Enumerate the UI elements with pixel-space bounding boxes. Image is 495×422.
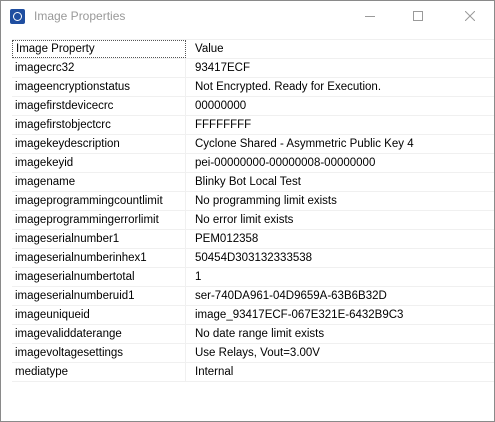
column-header-value[interactable]: Value — [195, 40, 494, 58]
property-name-cell[interactable]: imageserialnumberuid1 — [12, 287, 186, 305]
image-properties-window: Image Properties Image Property Value im… — [0, 0, 495, 422]
property-value-cell[interactable]: 93417ECF — [195, 59, 494, 77]
table-row[interactable]: imageserialnumber1 PEM012358 — [12, 230, 494, 249]
app-logo-icon — [10, 9, 25, 24]
table-row[interactable]: imagefirstobjectcrc FFFFFFFF — [12, 116, 494, 135]
property-name-cell[interactable]: imagecrc32 — [12, 59, 186, 77]
property-value-cell[interactable]: PEM012358 — [195, 230, 494, 248]
property-name-cell[interactable]: imageprogrammingerrorlimit — [12, 211, 186, 229]
property-name-cell[interactable]: imageserialnumbertotal — [12, 268, 186, 286]
property-value-cell[interactable]: 1 — [195, 268, 494, 286]
property-value-cell[interactable]: Use Relays, Vout=3.00V — [195, 344, 494, 362]
table-row[interactable]: imagekeydescription Cyclone Shared - Asym… — [12, 135, 494, 154]
table-row[interactable]: imageprogrammingcountlimit No programming… — [12, 192, 494, 211]
table-row[interactable]: imageencryptionstatus Not Encrypted. Read… — [12, 78, 494, 97]
table-row[interactable]: imageserialnumberinhex1 50454D30313233353… — [12, 249, 494, 268]
property-value-cell[interactable]: FFFFFFFF — [195, 116, 494, 134]
column-header-property[interactable]: Image Property — [12, 40, 186, 58]
grid-header: Image Property Value — [12, 40, 494, 59]
property-name-cell[interactable]: imagevoltagesettings — [12, 344, 186, 362]
property-name-cell[interactable]: imagekeyid — [12, 154, 186, 172]
property-value-cell[interactable]: 00000000 — [195, 97, 494, 115]
property-name-cell[interactable]: imageencryptionstatus — [12, 78, 186, 96]
table-row[interactable]: imagecrc32 93417ECF — [12, 59, 494, 78]
property-value-cell[interactable]: Internal — [195, 363, 494, 381]
property-name-cell[interactable]: imagename — [12, 173, 186, 191]
property-name-cell[interactable]: imageuniqueid — [12, 306, 186, 324]
table-row[interactable]: imageprogrammingerrorlimit No error limit… — [12, 211, 494, 230]
property-name-cell[interactable]: imagekeydescription — [12, 135, 186, 153]
minimize-button[interactable] — [347, 1, 393, 31]
property-name-cell[interactable]: imageserialnumber1 — [12, 230, 186, 248]
property-value-cell[interactable]: 50454D303132333538 — [195, 249, 494, 267]
property-value-cell[interactable]: No date range limit exists — [195, 325, 494, 343]
maximize-button[interactable] — [395, 1, 441, 31]
property-name-cell[interactable]: mediatype — [12, 363, 186, 381]
property-value-cell[interactable]: ser-740DA961-04D9659A-63B6B32D — [195, 287, 494, 305]
property-value-cell[interactable]: Not Encrypted. Ready for Execution. — [195, 78, 494, 96]
table-row[interactable]: imagekeyid pei-00000000-00000008-00000000 — [12, 154, 494, 173]
window-title: Image Properties — [34, 9, 126, 23]
properties-grid: Image Property Value imagecrc32 93417ECF i… — [12, 39, 494, 382]
property-value-cell[interactable]: Blinky Bot Local Test — [195, 173, 494, 191]
table-row[interactable]: imagevaliddaterange No date range limit e… — [12, 325, 494, 344]
table-row[interactable]: imagefirstdevicecrc 00000000 — [12, 97, 494, 116]
close-icon — [465, 11, 475, 21]
table-row[interactable]: imageuniqueid image_93417ECF-067E321E-643… — [12, 306, 494, 325]
table-row[interactable]: imageserialnumbertotal 1 — [12, 268, 494, 287]
minimize-icon — [365, 16, 375, 17]
property-value-cell[interactable]: Cyclone Shared - Asymmetric Public Key 4 — [195, 135, 494, 153]
table-row[interactable]: imagevoltagesettings Use Relays, Vout=3.0… — [12, 344, 494, 363]
table-row[interactable]: imagename Blinky Bot Local Test — [12, 173, 494, 192]
maximize-icon — [413, 11, 423, 21]
property-value-cell[interactable]: No error limit exists — [195, 211, 494, 229]
property-name-cell[interactable]: imagevaliddaterange — [12, 325, 186, 343]
property-name-cell[interactable]: imageprogrammingcountlimit — [12, 192, 186, 210]
property-value-cell[interactable]: No programming limit exists — [195, 192, 494, 210]
close-button[interactable] — [447, 1, 493, 31]
property-value-cell[interactable]: pei-00000000-00000008-00000000 — [195, 154, 494, 172]
property-name-cell[interactable]: imagefirstdevicecrc — [12, 97, 186, 115]
table-row[interactable]: imageserialnumberuid1 ser-740DA961-04D965… — [12, 287, 494, 306]
property-name-cell[interactable]: imageserialnumberinhex1 — [12, 249, 186, 267]
property-value-cell[interactable]: image_93417ECF-067E321E-6432B9C3 — [195, 306, 494, 324]
table-row[interactable]: mediatype Internal — [12, 363, 494, 382]
property-name-cell[interactable]: imagefirstobjectcrc — [12, 116, 186, 134]
title-bar[interactable]: Image Properties — [1, 1, 494, 33]
